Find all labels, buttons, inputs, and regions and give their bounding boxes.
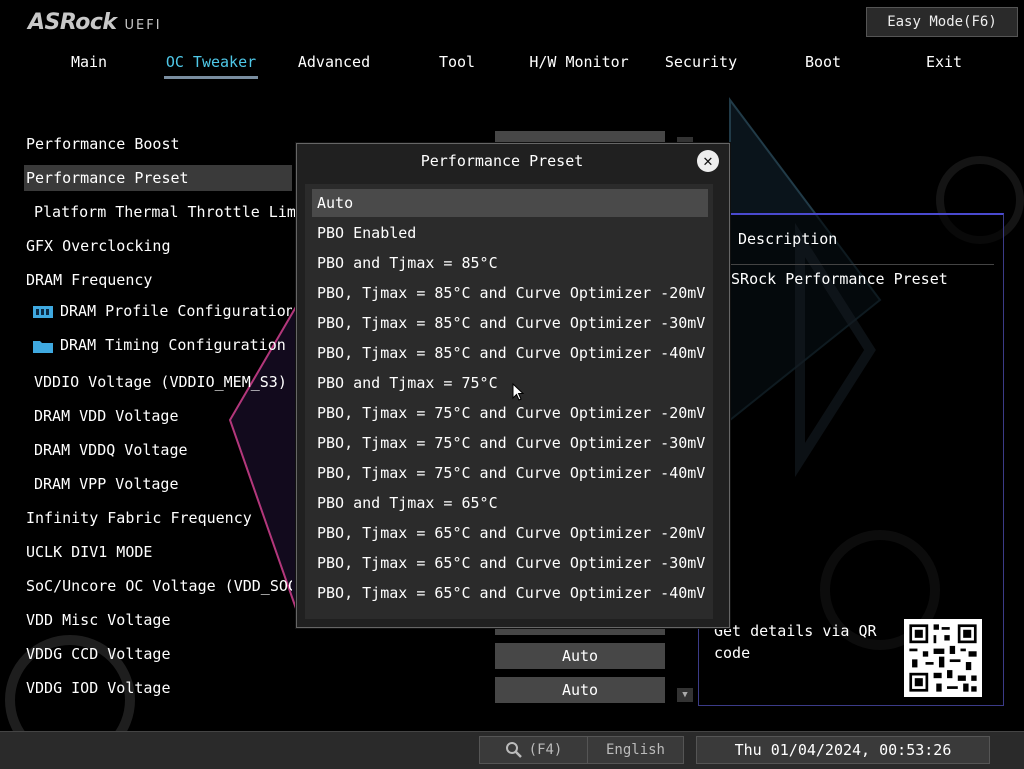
folder-icon [33,340,53,353]
tab-security[interactable]: Security [646,52,756,82]
menu-item-dram-vdd-voltage[interactable]: DRAM VDD Voltage [24,403,300,429]
qr-caption: Get details via QR code [714,622,877,662]
asrock-logo: ASRock UEFI [28,10,162,35]
datetime-display: Thu 01/04/2024, 00:53:26 [696,736,990,764]
menu-item-label: Performance Boost [26,135,180,153]
description-text: ASRock Performance Preset [722,270,948,288]
menu-item-platform-thermal-throttle-limit[interactable]: Platform Thermal Throttle Limit(Tj [24,199,300,225]
option-auto[interactable]: Auto [312,189,708,217]
menu-item-label: Performance Preset [26,169,189,187]
tab-exit[interactable]: Exit [889,52,999,82]
menu-item-uclk-div1-mode[interactable]: UCLK DIV1 MODE [24,539,292,565]
dialog-title: Performance Preset [420,152,584,170]
scroll-down-arrow-icon[interactable]: ▼ [677,688,693,702]
menu-item-dram-vpp-voltage[interactable]: DRAM VPP Voltage [24,471,300,497]
option-pbo-75-co-30[interactable]: PBO, Tjmax = 75°C and Curve Optimizer -3… [312,429,708,457]
value-vddg-ccd-voltage[interactable]: Auto [495,643,665,669]
search-shortcut-label: (F4) [528,742,563,758]
menu-item-label: DRAM VPP Voltage [34,475,179,493]
qr-code-icon [904,619,982,697]
description-heading: Description [738,230,838,248]
menu-item-vdd-misc-voltage[interactable]: VDD Misc Voltage [24,607,292,633]
option-pbo-tjmax-75[interactable]: PBO and Tjmax = 75°C [312,369,708,397]
menu-item-vddg-ccd-voltage[interactable]: VDDG CCD Voltage [24,641,292,667]
main-tabs: Main OC Tweaker Advanced Tool H/W Monito… [28,52,988,82]
option-pbo-tjmax-65[interactable]: PBO and Tjmax = 65°C [312,489,708,517]
value-vddg-iod-voltage[interactable]: Auto [495,677,665,703]
option-pbo-65-co-40[interactable]: PBO, Tjmax = 65°C and Curve Optimizer -4… [312,579,708,607]
option-pbo-tjmax-85[interactable]: PBO and Tjmax = 85°C [312,249,708,277]
tab-hw-monitor[interactable]: H/W Monitor [524,52,634,82]
menu-item-label: GFX Overclocking [26,237,171,255]
option-pbo-65-co-20[interactable]: PBO, Tjmax = 65°C and Curve Optimizer -2… [312,519,708,547]
menu-item-gfx-overclocking[interactable]: GFX Overclocking [24,233,292,259]
menu-item-performance-preset[interactable]: Performance Preset [24,165,292,191]
menu-item-label: DRAM Profile Configuration [60,302,292,320]
menu-item-label: Infinity Fabric Frequency [26,509,252,527]
dialog-option-list: Auto PBO Enabled PBO and Tjmax = 85°C PB… [305,184,713,619]
search-button[interactable]: (F4) [479,736,588,764]
menu-item-infinity-fabric-frequency[interactable]: Infinity Fabric Frequency [24,505,292,531]
menu-item-label: VDDG IOD Voltage [26,679,171,697]
tab-oc-tweaker[interactable]: OC Tweaker [156,52,266,82]
option-pbo-85-co-20[interactable]: PBO, Tjmax = 85°C and Curve Optimizer -2… [312,279,708,307]
option-pbo-85-co-40[interactable]: PBO, Tjmax = 85°C and Curve Optimizer -4… [312,339,708,367]
menu-item-dram-vddq-voltage[interactable]: DRAM VDDQ Voltage [24,437,300,463]
logo-text: ASRock [28,10,117,35]
menu-item-label: DRAM VDDQ Voltage [34,441,188,459]
menu-item-performance-boost[interactable]: Performance Boost [24,131,292,157]
mouse-cursor-icon [512,383,524,401]
menu-item-dram-frequency[interactable]: DRAM Frequency [24,267,292,293]
menu-item-label: SoC/Uncore OC Voltage (VDD_SOC) [26,577,292,595]
menu-item-label: UCLK DIV1 MODE [26,543,153,561]
menu-item-label: VDDG CCD Voltage [26,645,171,663]
tab-boot[interactable]: Boot [768,52,878,82]
menu-item-label: VDDIO Voltage (VDDIO_MEM_S3) [34,373,287,391]
tab-tool[interactable]: Tool [402,52,512,82]
close-icon[interactable]: ✕ [697,150,719,172]
menu-item-label: VDD Misc Voltage [26,611,171,629]
menu-item-label: DRAM Timing Configuration [60,336,286,354]
menu-item-label: Platform Thermal Throttle Limit(Tj [34,203,300,221]
logo-subtext: UEFI [124,18,162,33]
menu-item-label: DRAM Frequency [26,271,153,289]
menu-item-vddio-voltage[interactable]: VDDIO Voltage (VDDIO_MEM_S3) [24,369,300,395]
option-pbo-75-co-40[interactable]: PBO, Tjmax = 75°C and Curve Optimizer -4… [312,459,708,487]
search-icon [505,742,522,758]
memory-icon [33,305,53,318]
tab-advanced[interactable]: Advanced [279,52,389,82]
easy-mode-button[interactable]: Easy Mode(F6) [866,7,1018,37]
option-pbo-75-co-20[interactable]: PBO, Tjmax = 75°C and Curve Optimizer -2… [312,399,708,427]
tab-main[interactable]: Main [34,52,144,82]
menu-item-label: DRAM VDD Voltage [34,407,179,425]
menu-item-dram-timing-configuration[interactable]: DRAM Timing Configuration [24,332,292,358]
language-button[interactable]: English [587,736,684,764]
option-pbo-65-co-30[interactable]: PBO, Tjmax = 65°C and Curve Optimizer -3… [312,549,708,577]
description-divider [710,264,994,265]
menu-item-vddg-iod-voltage[interactable]: VDDG IOD Voltage [24,675,292,701]
option-pbo-85-co-30[interactable]: PBO, Tjmax = 85°C and Curve Optimizer -3… [312,309,708,337]
menu-item-soc-uncore-oc-voltage[interactable]: SoC/Uncore OC Voltage (VDD_SOC) [24,573,292,599]
option-pbo-enabled[interactable]: PBO Enabled [312,219,708,247]
menu-item-dram-profile-configuration[interactable]: DRAM Profile Configuration [24,298,292,324]
